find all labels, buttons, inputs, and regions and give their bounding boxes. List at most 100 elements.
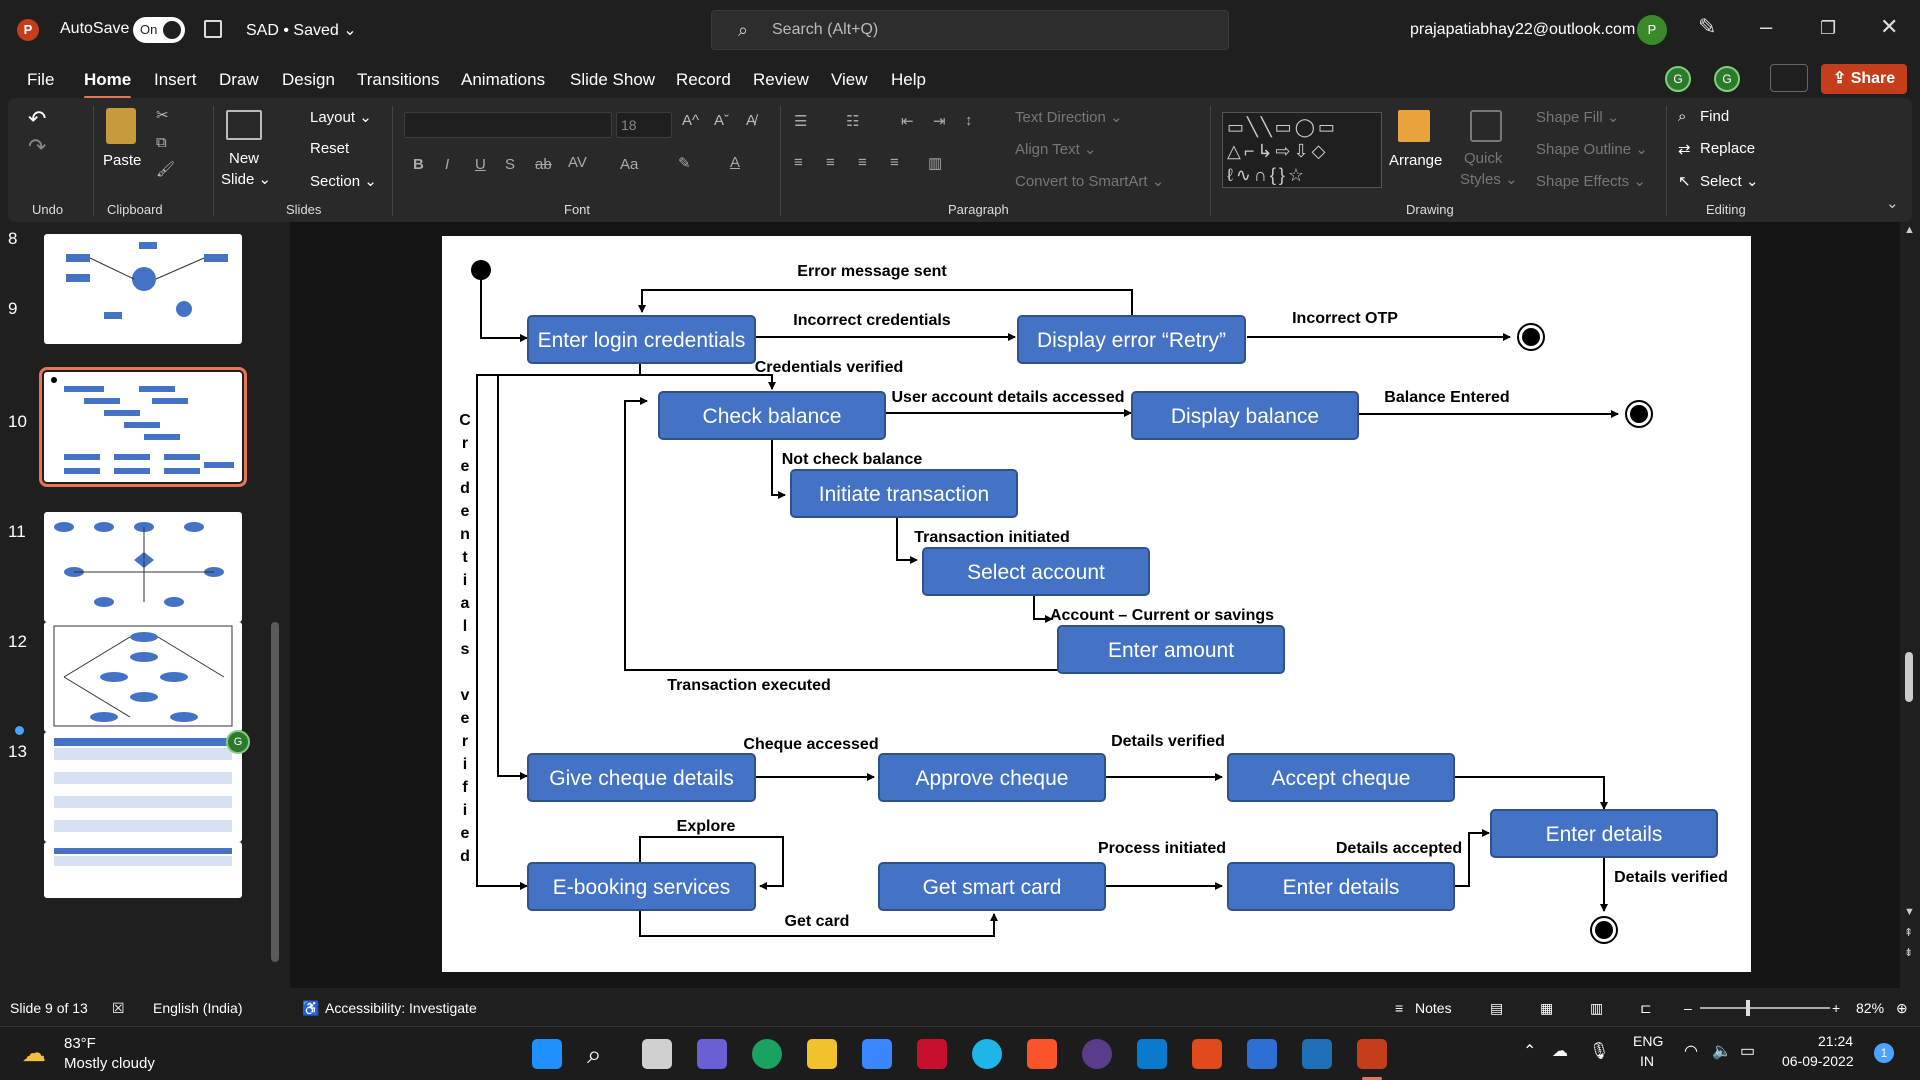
italic-button[interactable]: I — [445, 156, 449, 173]
tab-view[interactable]: View — [831, 70, 868, 90]
shadow-button[interactable]: S — [505, 156, 515, 173]
slide-thumbnail-9[interactable] — [39, 367, 247, 487]
language-eng[interactable]: ENG — [1633, 1033, 1663, 1049]
share-button[interactable]: ⇪ Share — [1821, 64, 1907, 94]
store-icon[interactable] — [862, 1039, 892, 1069]
slideshow-icon[interactable]: ⊏ — [1640, 1000, 1652, 1017]
task-view-icon[interactable] — [642, 1039, 672, 1069]
state-enter-details-mid[interactable]: Enter details — [1227, 862, 1455, 911]
chat-icon[interactable] — [697, 1039, 727, 1069]
search-box[interactable]: ⌕ Search (Alt+Q) — [711, 10, 1229, 50]
state-enter-details-right[interactable]: Enter details — [1490, 809, 1718, 858]
replace-button[interactable]: Replace — [1700, 140, 1755, 157]
slide-thumbnail-11[interactable] — [44, 622, 242, 732]
grow-font-icon[interactable]: A^ — [682, 112, 699, 129]
accessibility-status[interactable]: Accessibility: Investigate — [325, 1000, 477, 1016]
align-text-button[interactable]: Align Text ⌄ — [1015, 140, 1097, 158]
copy-icon[interactable]: ⧉ — [156, 134, 167, 151]
eclipse-icon[interactable] — [1082, 1039, 1112, 1069]
weather-temp[interactable]: 83°F — [64, 1035, 96, 1052]
paste-button[interactable]: Paste — [103, 152, 141, 169]
font-color-icon[interactable]: A — [730, 154, 740, 171]
paste-icon[interactable] — [106, 108, 136, 144]
comments-button[interactable] — [1770, 64, 1808, 92]
autosave-toggle[interactable]: On — [133, 17, 185, 43]
align-center-icon[interactable]: ≡ — [826, 154, 835, 171]
tab-record[interactable]: Record — [676, 70, 731, 90]
tab-slide-show[interactable]: Slide Show — [570, 70, 655, 90]
cortana-icon[interactable] — [972, 1039, 1002, 1069]
tab-draw[interactable]: Draw — [219, 70, 259, 90]
state-display-balance[interactable]: Display balance — [1131, 391, 1359, 440]
state-initiate-transaction[interactable]: Initiate transaction — [790, 469, 1018, 518]
quick-styles-icon[interactable] — [1470, 110, 1502, 142]
shrink-font-icon[interactable]: Aˇ — [714, 112, 729, 129]
fit-slide-icon[interactable]: ⊕ — [1896, 1000, 1908, 1017]
increase-indent-icon[interactable]: ⇥ — [933, 112, 946, 130]
slide[interactable]: Enter login credentials Display error “R… — [442, 236, 1751, 972]
section-button[interactable]: Section ⌄ — [310, 172, 377, 190]
redo-icon[interactable]: ↷ — [28, 134, 46, 160]
state-check-balance[interactable]: Check balance — [658, 391, 886, 440]
onedrive-icon[interactable]: ☁ — [1552, 1041, 1568, 1061]
tab-design[interactable]: Design — [282, 70, 335, 90]
new-slide-icon[interactable] — [226, 110, 262, 140]
state-display-error[interactable]: Display error “Retry” — [1017, 315, 1246, 364]
font-size-input[interactable]: 18 — [616, 112, 672, 138]
weather-desc[interactable]: Mostly cloudy — [64, 1055, 155, 1072]
convert-smartart-button[interactable]: Convert to SmartArt ⌄ — [1015, 172, 1164, 190]
arrange-button[interactable]: Arrange — [1389, 152, 1442, 169]
thumbnail-scrollbar[interactable] — [271, 622, 279, 962]
tab-home[interactable]: Home — [84, 70, 132, 99]
close-icon[interactable]: ✕ — [1880, 14, 1898, 40]
justify-icon[interactable]: ≡ — [890, 154, 899, 171]
volume-icon[interactable]: 🔈 — [1712, 1041, 1732, 1061]
tab-help[interactable]: Help — [891, 70, 926, 90]
zoom-in-icon[interactable]: + — [1832, 1000, 1840, 1016]
restore-icon[interactable]: ❐ — [1820, 18, 1836, 39]
columns-icon[interactable]: ▥ — [928, 154, 942, 172]
clock-date[interactable]: 06-09-2022 — [1782, 1053, 1854, 1069]
bullets-icon[interactable]: ☰ — [794, 112, 807, 130]
search-taskbar-icon[interactable]: ⌕ — [587, 1039, 617, 1069]
tab-file[interactable]: File — [27, 70, 54, 90]
state-get-smart-card[interactable]: Get smart card — [878, 862, 1106, 911]
slide-thumbnail-8[interactable] — [44, 234, 242, 344]
align-left-icon[interactable]: ≡ — [794, 154, 803, 171]
cut-icon[interactable]: ✂ — [156, 106, 169, 124]
char-spacing-button[interactable]: AV — [568, 154, 587, 171]
bold-button[interactable]: B — [413, 156, 424, 173]
vscode-icon[interactable] — [1137, 1039, 1167, 1069]
line-spacing-icon[interactable]: ↕ — [965, 112, 973, 129]
state-select-account[interactable]: Select account — [922, 547, 1150, 596]
collaborator-avatar[interactable]: G — [1714, 66, 1740, 92]
zoom-slider[interactable] — [1700, 1007, 1830, 1009]
scroll-down-icon[interactable]: ▼ — [1904, 906, 1915, 918]
prev-slide-icon[interactable]: ⇞ — [1904, 926, 1913, 939]
highlight-icon[interactable]: ✎ — [678, 154, 691, 172]
save-icon[interactable] — [204, 20, 222, 38]
reading-view-icon[interactable]: ▥ — [1590, 1000, 1603, 1017]
zoom-level[interactable]: 82% — [1856, 1000, 1884, 1016]
photos-icon[interactable] — [1302, 1039, 1332, 1069]
start-icon[interactable] — [532, 1039, 562, 1069]
office-icon[interactable] — [1192, 1039, 1222, 1069]
slide-sorter-icon[interactable]: ▦ — [1540, 1000, 1553, 1017]
slide-thumbnail-12[interactable] — [44, 732, 242, 842]
decrease-indent-icon[interactable]: ⇤ — [901, 112, 914, 130]
slide-thumbnail-13[interactable] — [44, 842, 242, 898]
scroll-up-icon[interactable]: ▲ — [1904, 224, 1915, 236]
state-accept-cheque[interactable]: Accept cheque — [1227, 753, 1455, 802]
notes-button[interactable]: Notes — [1415, 1000, 1452, 1016]
tray-chevron-icon[interactable]: ⌃ — [1523, 1041, 1536, 1061]
state-give-cheque[interactable]: Give cheque details — [527, 753, 756, 802]
state-enter-amount[interactable]: Enter amount — [1057, 625, 1285, 674]
brave-icon[interactable] — [1027, 1039, 1057, 1069]
strikethrough-button[interactable]: ab — [535, 156, 552, 173]
zoom-slider-thumb[interactable] — [1746, 1000, 1750, 1016]
clock-time[interactable]: 21:24 — [1818, 1033, 1853, 1049]
state-ebooking-services[interactable]: E-booking services — [527, 862, 756, 911]
state-approve-cheque[interactable]: Approve cheque — [878, 753, 1106, 802]
zoom-out-icon[interactable]: – — [1684, 1000, 1692, 1016]
change-case-button[interactable]: Aa — [620, 156, 638, 173]
